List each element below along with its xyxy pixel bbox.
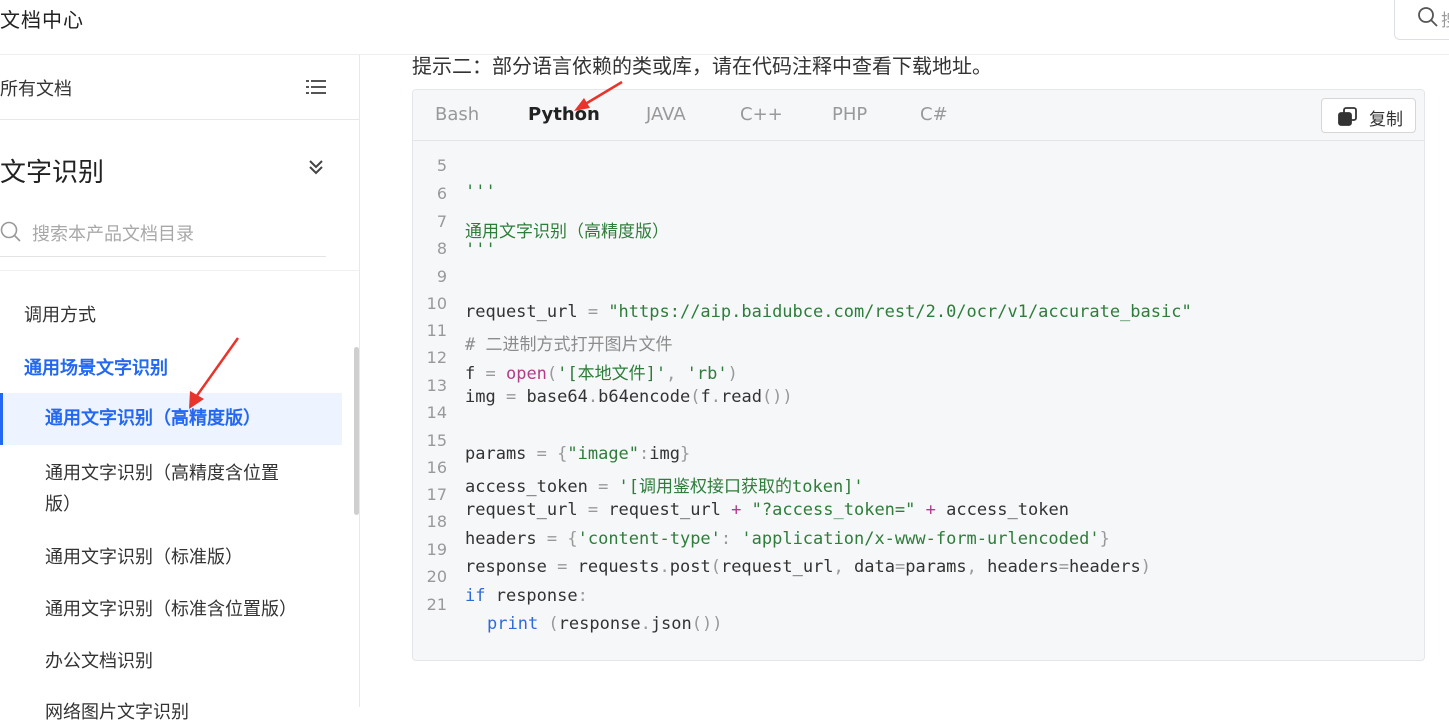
line-number: 15 [426, 431, 447, 450]
brand-title[interactable]: 文档中心 [0, 4, 84, 33]
copy-icon [1338, 107, 1357, 126]
nav-item-accurate-location[interactable]: 通用文字识别（高精度含位置 [0, 459, 342, 485]
code-line: if response: [465, 586, 588, 606]
tip-text: 提示二：部分语言依赖的类或库，请在代码注释中查看下载地址。 [412, 54, 992, 78]
copy-button[interactable]: 复制 [1321, 98, 1416, 133]
line-number: 20 [426, 567, 447, 586]
line-number: 6 [436, 184, 447, 203]
code-line: print (response.json()) [487, 614, 723, 634]
search-icon [0, 221, 21, 242]
search-icon [1418, 7, 1438, 27]
line-number: 9 [436, 267, 447, 286]
line-number: 13 [426, 376, 447, 395]
line-number: 18 [426, 512, 447, 531]
line-number: 19 [426, 540, 447, 559]
nav-item-call-method[interactable]: 调用方式 [0, 301, 342, 327]
code-panel: 4 5 6 7 8 9 10 11 12 13 14 15 16 17 18 1… [412, 89, 1425, 661]
code-block: 4 5 6 7 8 9 10 11 12 13 14 15 16 17 18 1… [413, 123, 1424, 660]
code-line: request_url = "https://aip.baidubce.com/… [465, 302, 1192, 322]
code-line: headers = {'content-type': 'application/… [465, 529, 1110, 549]
nav-item-web-image[interactable]: 网络图片文字识别 [0, 698, 342, 724]
tab-cpp[interactable]: C++ [740, 104, 783, 125]
product-title: 文字识别 [0, 158, 105, 188]
double-chevron-down-icon[interactable] [307, 158, 325, 176]
copy-button-label: 复制 [1369, 110, 1403, 130]
code-line: # 二进制方式打开图片文件 [465, 335, 673, 355]
code-line: img = base64.b64encode(f.read()) [465, 387, 793, 407]
code-line: access_token = '[调用鉴权接口获取的token]' [465, 477, 864, 497]
tab-csharp[interactable]: C# [920, 104, 948, 125]
code-line: params = {"image":img} [465, 444, 691, 464]
line-number: 16 [426, 458, 447, 477]
line-number: 12 [426, 348, 447, 367]
sidebar: 所有文档 文字识别 搜索本产品文档目录 调用方式 通用场景文字识别 通用文字识别… [0, 55, 360, 723]
top-bar: 文档中心 搜 [0, 0, 1449, 55]
tab-java[interactable]: JAVA [646, 104, 686, 125]
code-line: response = requests.post(request_url, da… [465, 557, 1151, 577]
nav-item-accurate-location-cont[interactable]: 版） [0, 490, 342, 516]
all-docs-link[interactable]: 所有文档 [0, 75, 72, 101]
line-number: 5 [436, 156, 447, 175]
line-number: 10 [426, 294, 447, 313]
sidebar-search-placeholder: 搜索本产品文档目录 [32, 224, 194, 245]
line-number: 8 [436, 239, 447, 258]
code-line: f = open('[本地文件]', 'rb') [465, 364, 738, 384]
code-line: ''' [465, 182, 496, 202]
nav-item-office-doc[interactable]: 办公文档识别 [0, 647, 342, 673]
line-number: 14 [426, 403, 447, 422]
language-tabs: Bash Python JAVA C++ PHP C# 复制 [413, 90, 1424, 141]
sidebar-divider [0, 119, 359, 120]
line-number: 17 [426, 485, 447, 504]
line-number: 7 [436, 212, 447, 231]
list-menu-icon[interactable] [306, 79, 326, 95]
nav-section-general-ocr[interactable]: 通用场景文字识别 [0, 354, 342, 380]
code-line: 通用文字识别（高精度版） [465, 222, 669, 242]
nav-item-basic[interactable]: 通用文字识别（标准版） [0, 543, 342, 569]
code-line: request_url = request_url + "?access_tok… [465, 500, 1069, 520]
top-search-placeholder: 搜 [1441, 6, 1449, 31]
sidebar-nav: 调用方式 通用场景文字识别 通用文字识别（高精度版） 通用文字识别（高精度含位置… [0, 270, 359, 723]
nav-item-basic-location[interactable]: 通用文字识别（标准含位置版） [0, 595, 342, 621]
tab-python[interactable]: Python [528, 104, 600, 125]
line-number: 21 [426, 595, 447, 614]
top-search-box[interactable]: 搜 [1394, 0, 1449, 40]
tab-bash[interactable]: Bash [435, 104, 479, 125]
tab-php[interactable]: PHP [832, 104, 867, 125]
nav-item-accurate[interactable]: 通用文字识别（高精度版） [0, 393, 342, 445]
sidebar-search-input[interactable]: 搜索本产品文档目录 [0, 213, 326, 257]
line-number: 11 [426, 321, 447, 340]
sidebar-scrollbar[interactable] [354, 347, 359, 515]
code-line: ''' [465, 240, 496, 260]
